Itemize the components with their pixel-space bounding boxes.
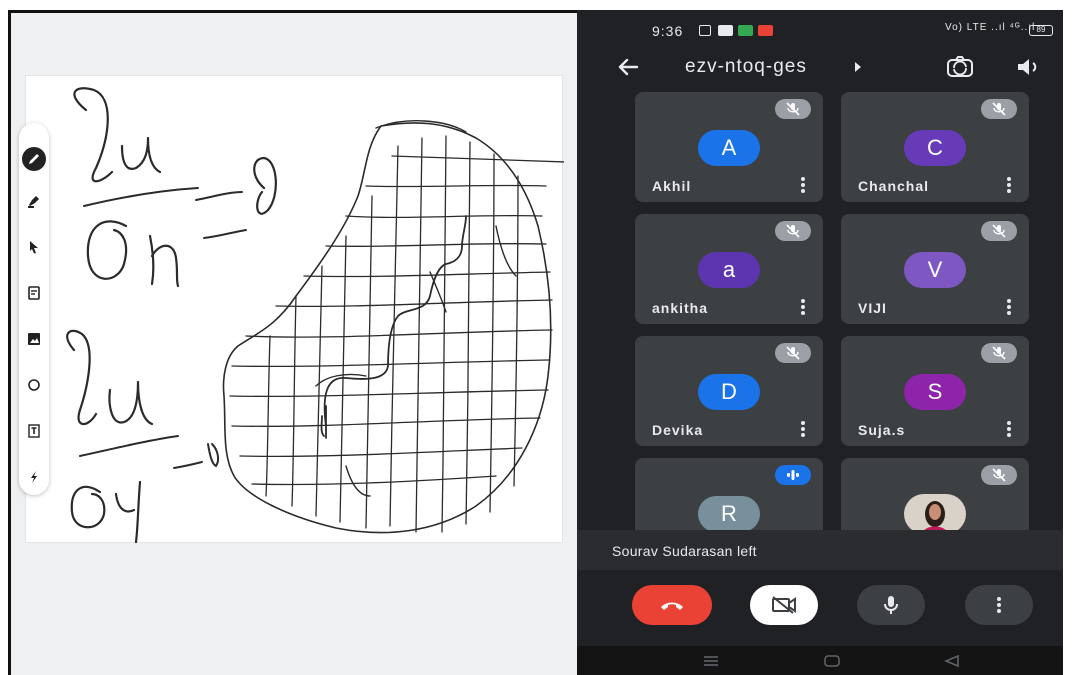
flip-camera-icon[interactable]	[945, 54, 975, 80]
status-bar: 9:36 Vo) LTE ..ıl ⁴ᴳ..ıl 89	[577, 10, 1063, 50]
more-vert-icon[interactable]	[800, 420, 806, 438]
back-arrow-icon[interactable]	[615, 54, 641, 80]
youtube-notification-icon	[758, 25, 773, 36]
image-icon[interactable]	[22, 327, 46, 351]
pointer-icon[interactable]	[22, 235, 46, 259]
signal-icon: Vo) LTE ..ıl ⁴ᴳ..ıl	[945, 22, 1036, 33]
toast-text: Sourav Sudarasan left	[612, 543, 757, 559]
participant-tile[interactable]: A Akhil	[635, 92, 823, 202]
participant-left-toast: Sourav Sudarasan left	[577, 530, 1063, 570]
microphone-icon	[884, 596, 898, 614]
microphone-button[interactable]	[857, 585, 925, 625]
participant-name: Suja.s	[858, 422, 906, 438]
battery-icon: 89	[1029, 25, 1053, 36]
mic-muted-icon	[981, 221, 1017, 241]
mic-muted-icon	[775, 221, 811, 241]
mic-muted-icon	[981, 343, 1017, 363]
more-vert-icon[interactable]	[1006, 420, 1012, 438]
notification-icon	[718, 25, 733, 36]
participant-name: VIJI	[858, 300, 887, 316]
highlighter-icon[interactable]	[22, 189, 46, 213]
meeting-code[interactable]: ezv-ntoq-ges	[685, 56, 807, 78]
more-vert-icon[interactable]	[1006, 298, 1012, 316]
home-nav-icon[interactable]	[823, 654, 841, 668]
participant-tile[interactable]: R	[635, 458, 823, 536]
participant-tile[interactable]: V VIJI	[841, 214, 1029, 324]
shape-circle-icon[interactable]	[22, 373, 46, 397]
status-time: 9:36	[652, 23, 684, 39]
avatar: a	[698, 252, 760, 288]
mic-muted-icon	[981, 465, 1017, 485]
avatar: A	[698, 130, 760, 166]
cast-icon	[699, 25, 711, 36]
whiteboard-tool-rail	[19, 123, 49, 495]
more-options-button[interactable]	[965, 585, 1033, 625]
android-nav-bar	[577, 646, 1063, 675]
laser-icon[interactable]	[22, 465, 46, 489]
mic-muted-icon	[775, 343, 811, 363]
speaking-indicator-icon	[775, 465, 811, 485]
more-vert-icon[interactable]	[800, 176, 806, 194]
pen-icon[interactable]	[22, 147, 46, 171]
avatar: R	[698, 496, 760, 532]
participant-name: Devika	[652, 422, 704, 438]
speaker-icon[interactable]	[1015, 55, 1041, 79]
meet-phone-screen: 9:36 Vo) LTE ..ıl ⁴ᴳ..ıl 89 ezv-ntoq-ges…	[577, 10, 1069, 675]
sticky-note-icon[interactable]	[22, 281, 46, 305]
more-vert-icon[interactable]	[1006, 176, 1012, 194]
mic-muted-icon	[775, 99, 811, 119]
menu-nav-icon[interactable]	[702, 654, 720, 668]
participant-tile[interactable]: D Devika	[635, 336, 823, 446]
more-vert-icon	[997, 597, 1001, 613]
whiteboard-panel	[8, 10, 580, 675]
participant-name: ankitha	[652, 300, 709, 316]
text-box-icon[interactable]	[22, 419, 46, 443]
hang-up-icon	[661, 602, 683, 610]
participant-tile[interactable]: a ankitha	[635, 214, 823, 324]
participant-name: Akhil	[652, 178, 692, 194]
caret-right-icon[interactable]	[855, 62, 861, 72]
whiteboard-canvas[interactable]	[25, 75, 564, 544]
end-call-button[interactable]	[632, 585, 712, 625]
meet-notification-icon	[738, 25, 753, 36]
mic-muted-icon	[981, 99, 1017, 119]
camera-off-icon	[772, 596, 796, 614]
participant-tile[interactable]	[841, 458, 1029, 536]
participant-name: Chanchal	[858, 178, 930, 194]
avatar: C	[904, 130, 966, 166]
meet-header: ezv-ntoq-ges	[577, 50, 1063, 86]
avatar: V	[904, 252, 966, 288]
camera-toggle-button[interactable]	[750, 585, 818, 625]
avatar-photo	[904, 494, 966, 534]
avatar: D	[698, 374, 760, 410]
avatar: S	[904, 374, 966, 410]
participant-tile[interactable]: C Chanchal	[841, 92, 1029, 202]
more-vert-icon[interactable]	[800, 298, 806, 316]
back-nav-icon[interactable]	[943, 654, 961, 668]
handwriting-ink	[66, 87, 564, 544]
participant-tile[interactable]: S Suja.s	[841, 336, 1029, 446]
